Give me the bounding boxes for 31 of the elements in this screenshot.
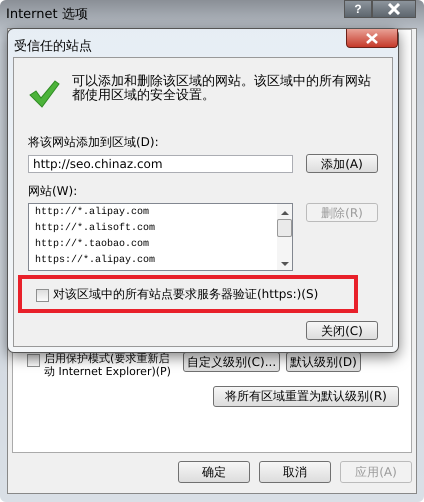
close-button[interactable] (346, 29, 398, 48)
dialog-title: 受信任的站点 (14, 38, 92, 56)
description-text: 可以添加和删除该区域的网站。该区域中的所有网站都使用区域的安全设置。 (72, 75, 372, 105)
site-list[interactable]: http://*.alipay.com http://*.alisoft.com http://*.taobao.com https://*.alipay.com (28, 203, 293, 271)
close-icon (387, 3, 401, 15)
scroll-down-icon[interactable] (280, 261, 288, 267)
dialog-button[interactable]: 确定 (178, 461, 250, 483)
url-field[interactable]: http://seo.chinaz.com (28, 154, 293, 172)
reset-button[interactable]: 将所有区域重置为默认级别(R) (213, 386, 399, 407)
close-dialog-button[interactable]: 关闭(C) (306, 321, 378, 340)
site-item[interactable]: http://*.alisoft.com (35, 222, 277, 236)
checkmark-icon (28, 79, 60, 109)
list-label: 网站(W): (28, 183, 78, 200)
site-item[interactable]: https://*.alipay.com (35, 254, 277, 268)
window-title: Internet 选项 (6, 6, 88, 23)
checkbox[interactable] (36, 288, 49, 302)
site-item[interactable]: http://*.taobao.com (35, 238, 277, 252)
dialog-button[interactable]: 取消 (259, 461, 331, 483)
level-button[interactable]: 自定义级别(C)... (183, 352, 280, 372)
close-icon (365, 32, 379, 44)
field-label: 将该网站添加到区域(D): (28, 134, 160, 151)
checkbox[interactable] (27, 354, 40, 367)
help-button[interactable]: ? (344, 0, 372, 18)
close-button[interactable] (372, 0, 416, 18)
scrollbar[interactable] (277, 204, 292, 270)
add-button[interactable]: 添加(A) (306, 154, 378, 173)
level-button[interactable]: 默认级别(D) (286, 352, 361, 372)
checkbox-label: 启用保护模式(要求重新启动 Internet Explorer)(P) (44, 352, 172, 378)
site-item[interactable]: http://*.alipay.com (35, 206, 277, 220)
scroll-up-icon[interactable] (280, 210, 288, 216)
checkbox-label: 对该区域中的所有站点要求服务器验证(https:)(S) (53, 286, 318, 302)
